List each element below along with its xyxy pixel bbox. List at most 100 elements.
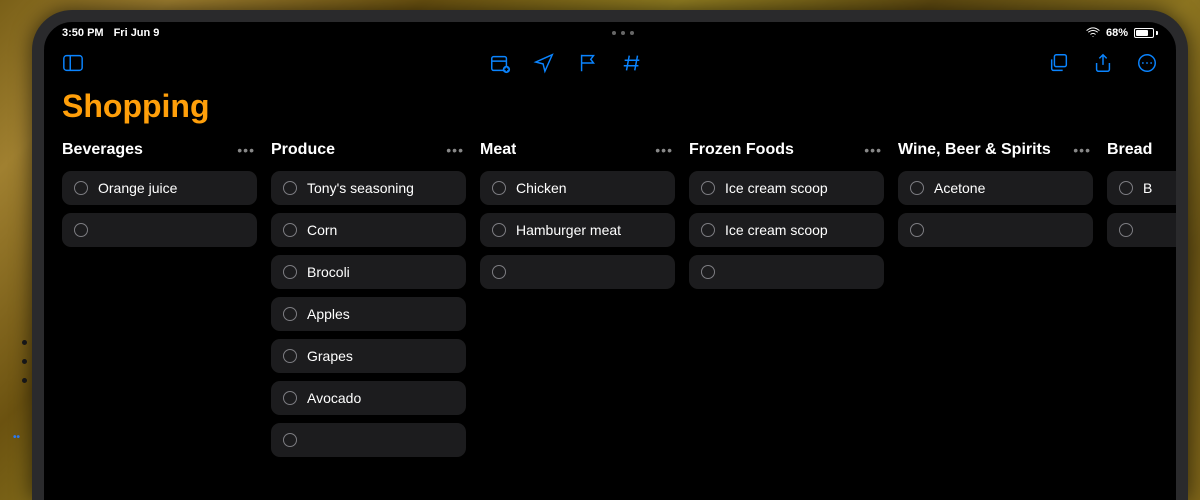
column-header: Meat ••• — [480, 139, 675, 161]
reminder-title[interactable]: Ice cream scoop — [725, 180, 828, 196]
reminder-card[interactable]: Orange juice — [62, 171, 257, 205]
complete-toggle[interactable] — [283, 307, 297, 321]
more-icon[interactable] — [1136, 52, 1158, 74]
column: Produce••• Tony's seasoning Corn Brocoli App… — [271, 139, 466, 457]
tag-icon[interactable] — [621, 52, 643, 74]
reminder-title[interactable]: Orange juice — [98, 180, 177, 196]
complete-toggle[interactable] — [701, 265, 715, 279]
complete-toggle[interactable] — [492, 181, 506, 195]
complete-toggle[interactable] — [283, 181, 297, 195]
reminder-card[interactable] — [62, 213, 257, 247]
reminder-card[interactable]: Acetone — [898, 171, 1093, 205]
column-items: Chicken Hamburger meat — [480, 171, 675, 289]
column-more-icon[interactable]: ••• — [653, 142, 675, 158]
reminder-card[interactable]: Apples — [271, 297, 466, 331]
column-header: Wine, Beer & Spirits ••• — [898, 139, 1093, 161]
window-icon[interactable] — [1048, 52, 1070, 74]
complete-toggle[interactable] — [701, 181, 715, 195]
column-items: Acetone — [898, 171, 1093, 247]
reminder-card[interactable]: Ice cream scoop — [689, 171, 884, 205]
complete-toggle[interactable] — [283, 265, 297, 279]
column-more-icon[interactable]: ••• — [862, 142, 884, 158]
status-time: 3:50 PM — [62, 27, 104, 39]
column-header: Frozen Foods••• — [689, 139, 884, 161]
column-header: Beverages ••• — [62, 139, 257, 161]
reminder-title[interactable]: Corn — [307, 222, 337, 238]
reminder-title[interactable]: Ice cream scoop — [725, 222, 828, 238]
column-more-icon[interactable]: ••• — [444, 142, 466, 158]
reminder-card[interactable]: Ice cream scoop — [689, 213, 884, 247]
column-more-icon[interactable]: ••• — [235, 142, 257, 158]
complete-toggle[interactable] — [283, 391, 297, 405]
multitask-dots[interactable] — [612, 31, 634, 35]
device-indicator: •• — [13, 432, 20, 443]
column-header: Produce••• — [271, 139, 466, 161]
reminder-card[interactable]: Brocoli — [271, 255, 466, 289]
status-bar: 3:50 PM Fri Jun 9 68% — [44, 22, 1176, 44]
column-items: Orange juice — [62, 171, 257, 247]
reminder-title[interactable]: Hamburger meat — [516, 222, 621, 238]
column-header: Bread••• — [1107, 139, 1176, 161]
column: Bread••• B — [1107, 139, 1176, 457]
column-items: Ice cream scoop Ice cream scoop — [689, 171, 884, 289]
complete-toggle[interactable] — [1119, 181, 1133, 195]
complete-toggle[interactable] — [283, 433, 297, 447]
reminder-card[interactable] — [898, 213, 1093, 247]
complete-toggle[interactable] — [492, 265, 506, 279]
reminder-title[interactable]: Tony's seasoning — [307, 180, 414, 196]
reminder-card[interactable] — [480, 255, 675, 289]
reminder-title[interactable]: Chicken — [516, 180, 567, 196]
complete-toggle[interactable] — [492, 223, 506, 237]
column-title: Meat — [480, 141, 516, 159]
wifi-icon — [1086, 27, 1100, 40]
reminder-card[interactable]: Corn — [271, 213, 466, 247]
screen: 3:50 PM Fri Jun 9 68% — [44, 22, 1176, 500]
reminder-title[interactable]: B — [1143, 180, 1152, 196]
reminder-card[interactable] — [1107, 213, 1176, 247]
column: Wine, Beer & Spirits ••• Acetone — [898, 139, 1093, 457]
complete-toggle[interactable] — [74, 181, 88, 195]
complete-toggle[interactable] — [283, 349, 297, 363]
reminder-card[interactable] — [689, 255, 884, 289]
column: Frozen Foods•••Ice cream scoopIce cream … — [689, 139, 884, 457]
complete-toggle[interactable] — [910, 223, 924, 237]
flag-icon[interactable] — [577, 52, 599, 74]
reminder-title[interactable]: Avocado — [307, 390, 361, 406]
reminder-title[interactable]: Apples — [307, 306, 350, 322]
column-title: Bread — [1107, 141, 1152, 159]
column-title: Beverages — [62, 141, 143, 159]
complete-toggle[interactable] — [1119, 223, 1133, 237]
reminder-card[interactable] — [271, 423, 466, 457]
calendar-add-icon[interactable] — [489, 52, 511, 74]
device-side-dots — [22, 340, 27, 383]
column: Beverages ••• Orange juice — [62, 139, 257, 457]
column-items: B — [1107, 171, 1176, 247]
sidebar-toggle-icon[interactable] — [62, 52, 84, 74]
column-items: Tony's seasoning Corn Brocoli Apples Grapes A… — [271, 171, 466, 457]
status-date: Fri Jun 9 — [114, 27, 160, 39]
complete-toggle[interactable] — [701, 223, 715, 237]
location-icon[interactable] — [533, 52, 555, 74]
complete-toggle[interactable] — [74, 223, 88, 237]
battery-icon — [1134, 28, 1158, 38]
complete-toggle[interactable] — [910, 181, 924, 195]
complete-toggle[interactable] — [283, 223, 297, 237]
device-frame: 3:50 PM Fri Jun 9 68% — [32, 10, 1188, 500]
reminder-title[interactable]: Acetone — [934, 180, 985, 196]
reminder-title[interactable]: Brocoli — [307, 264, 350, 280]
reminder-card[interactable]: Avocado — [271, 381, 466, 415]
reminder-card[interactable]: Grapes — [271, 339, 466, 373]
list-title: Shopping — [44, 82, 1176, 139]
share-icon[interactable] — [1092, 52, 1114, 74]
toolbar — [44, 44, 1176, 82]
reminder-card[interactable]: Hamburger meat — [480, 213, 675, 247]
reminder-card[interactable]: B — [1107, 171, 1176, 205]
reminder-title[interactable]: Grapes — [307, 348, 353, 364]
column-title: Wine, Beer & Spirits — [898, 141, 1051, 159]
reminder-card[interactable]: Chicken — [480, 171, 675, 205]
column-more-icon[interactable]: ••• — [1071, 142, 1093, 158]
battery-percent: 68% — [1106, 27, 1128, 39]
reminder-card[interactable]: Tony's seasoning — [271, 171, 466, 205]
column: Meat ••• Chicken Hamburger meat — [480, 139, 675, 457]
board: Beverages ••• Orange juice Produce••• Tony's… — [44, 139, 1176, 457]
